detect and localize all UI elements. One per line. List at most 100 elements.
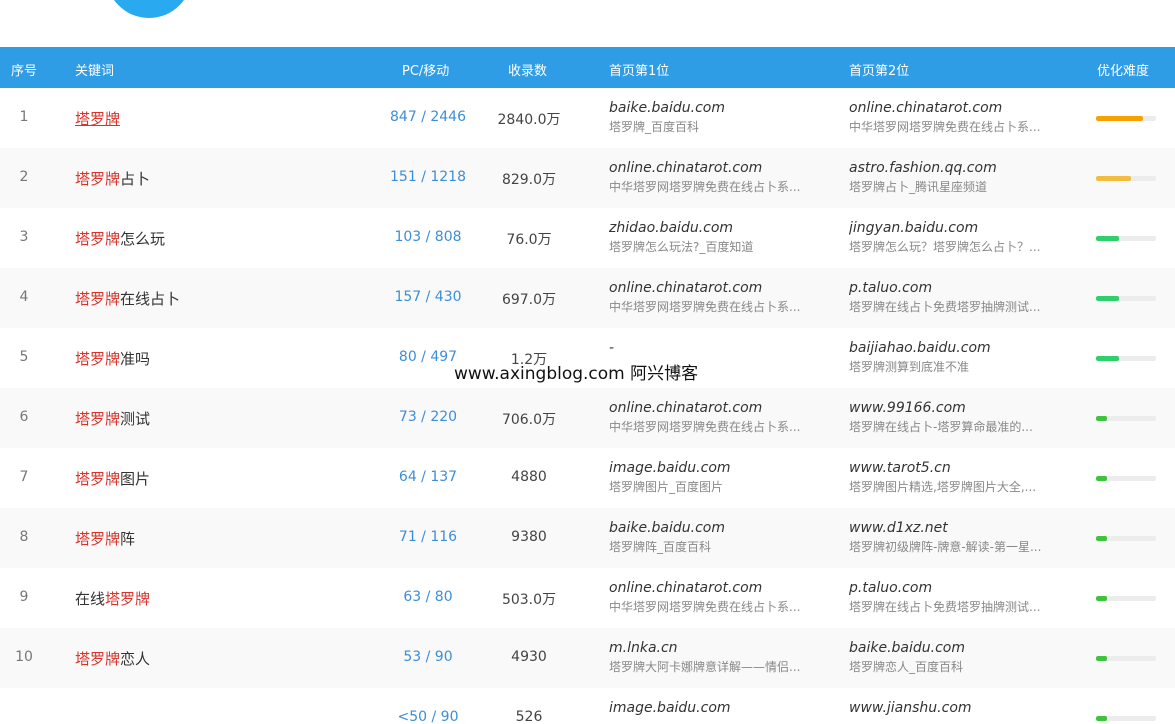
difficulty-bar-fill [1096,356,1119,361]
keyword-highlight: 塔罗牌 [75,530,121,548]
second-rank-result[interactable]: astro.fashion.qq.com 塔罗牌占卜_腾讯星座频道 [849,158,1077,196]
second-rank-result[interactable]: www.d1xz.net 塔罗牌初级牌阵-牌意-解读-第一星... [849,518,1077,556]
first-rank-domain: zhidao.baidu.com [609,220,734,236]
first-rank-result[interactable]: online.chinatarot.com 中华塔罗网塔罗牌免费在线占卜系... [609,158,837,196]
keyword-link[interactable]: 塔罗牌占卜 [75,168,150,189]
difficulty-bar [1096,416,1156,421]
top-area [0,0,1175,47]
table-row: <50 / 90 526 image.baidu.com www.jianshu.co… [0,688,1175,724]
header-difficulty[interactable]: 优化难度 [1097,60,1149,79]
difficulty-bar [1096,116,1156,121]
keyword-highlight: 塔罗牌 [75,470,121,488]
header-keyword[interactable]: 关键词 [75,60,114,79]
keyword-suffix: 恋人 [120,650,151,668]
second-rank-result[interactable]: www.tarot5.cn 塔罗牌图片精选,塔罗牌图片大全,... [849,458,1077,496]
indexed-count: 503.0万 [501,592,557,608]
second-rank-result[interactable]: online.chinatarot.com 中华塔罗网塔罗牌免费在线占卜系... [849,98,1077,136]
second-rank-result[interactable]: jingyan.baidu.com 塔罗牌怎么玩？塔罗牌怎么占卜？... [849,218,1077,256]
second-rank-title: 中华塔罗网塔罗牌免费在线占卜系... [849,120,1041,134]
second-rank-result[interactable]: www.jianshu.com [849,698,1077,718]
first-rank-result[interactable]: image.baidu.com [609,698,837,718]
second-rank-result[interactable]: p.taluo.com 塔罗牌在线占卜免费塔罗抽牌测试... [849,578,1077,616]
indexed-count: 9380 [511,529,547,545]
pc-mobile-value[interactable]: <50 / 90 [370,709,486,724]
second-rank-domain: www.jianshu.com [849,700,972,716]
table-row: 9 在线塔罗牌 63 / 80 503.0万 online.chinatarot.com… [0,568,1175,628]
first-rank-result[interactable]: baike.baidu.com 塔罗牌阵_百度百科 [609,518,837,556]
header-first-rank[interactable]: 首页第1位 [609,60,669,79]
second-rank-result[interactable]: baike.baidu.com 塔罗牌恋人_百度百科 [849,638,1077,676]
pc-mobile-value[interactable]: 71 / 116 [370,529,486,545]
table-row: 10 塔罗牌恋人 53 / 90 4930 m.lnka.cn 塔罗牌大阿卡娜牌意详解——… [0,628,1175,688]
keyword-link[interactable]: 塔罗牌 [75,108,120,129]
second-rank-result[interactable]: baijiahao.baidu.com 塔罗牌测算到底准不准 [849,338,1077,376]
keyword-link[interactable]: 塔罗牌恋人 [75,648,150,669]
keyword-highlight: 塔罗牌 [75,290,121,308]
first-rank-result[interactable]: m.lnka.cn 塔罗牌大阿卡娜牌意详解——情侣... [609,638,837,676]
second-rank-title: 塔罗牌测算到底准不准 [849,360,970,374]
pc-mobile-value[interactable]: 64 / 137 [370,469,486,485]
keyword-link[interactable]: 塔罗牌准吗 [75,348,150,369]
pc-mobile-value[interactable]: 151 / 1218 [370,169,486,185]
pc-mobile-value[interactable]: 157 / 430 [370,289,486,305]
first-rank-title: 塔罗牌大阿卡娜牌意详解——情侣... [609,660,801,674]
keyword-link[interactable]: 塔罗牌测试 [75,408,150,429]
difficulty-bar-fill [1096,716,1107,721]
first-rank-title: 塔罗牌图片_百度图片 [609,480,724,494]
watermark-text: www.axingblog.com 阿兴博客 [454,364,699,384]
difficulty-bar-fill [1096,416,1107,421]
pc-mobile-value[interactable]: 73 / 220 [370,409,486,425]
keyword-table-body: 1 塔罗牌 847 / 2446 2840.0万 baike.baidu.com 塔罗牌_… [0,88,1175,724]
second-rank-result[interactable]: www.99166.com 塔罗牌在线占卜-塔罗算命最准的... [849,398,1077,436]
second-rank-result[interactable]: p.taluo.com 塔罗牌在线占卜免费塔罗抽牌测试... [849,278,1077,316]
row-index: 6 [19,409,29,425]
header-second-rank[interactable]: 首页第2位 [849,60,909,79]
second-rank-title: 塔罗牌怎么玩？塔罗牌怎么占卜？... [849,240,1041,254]
first-rank-domain: - [609,340,615,356]
keyword-link[interactable]: 塔罗牌怎么玩 [75,228,165,249]
second-rank-title: 塔罗牌在线占卜-塔罗算命最准的... [849,420,1033,434]
second-rank-title: 塔罗牌恋人_百度百科 [849,660,964,674]
header-pc-mobile[interactable]: PC/移动 [402,60,449,79]
pc-mobile-value[interactable]: 63 / 80 [370,589,486,605]
keyword-suffix: 阵 [120,530,136,548]
first-rank-result[interactable]: online.chinatarot.com 中华塔罗网塔罗牌免费在线占卜系... [609,278,837,316]
keyword-suffix: 图片 [120,470,151,488]
first-rank-result[interactable]: zhidao.baidu.com 塔罗牌怎么玩法?_百度知道 [609,218,837,256]
first-rank-title: 塔罗牌怎么玩法?_百度知道 [609,240,754,254]
pc-mobile-value[interactable]: 847 / 2446 [370,109,486,125]
keyword-link[interactable]: 在线塔罗牌 [75,588,150,609]
difficulty-bar [1096,656,1156,661]
indexed-count: 706.0万 [501,412,557,428]
keyword-link[interactable]: 塔罗牌在线占卜 [75,288,180,309]
keyword-link[interactable]: 塔罗牌图片 [75,468,150,489]
header-index[interactable]: 序号 [11,60,37,79]
second-rank-domain: astro.fashion.qq.com [849,160,997,176]
indexed-count: 76.0万 [506,232,552,248]
first-rank-result[interactable]: online.chinatarot.com 中华塔罗网塔罗牌免费在线占卜系... [609,578,837,616]
first-rank-result[interactable]: image.baidu.com 塔罗牌图片_百度图片 [609,458,837,496]
first-rank-domain: image.baidu.com [609,700,731,716]
difficulty-bar [1096,296,1156,301]
difficulty-bar-fill [1096,176,1131,181]
table-row: 7 塔罗牌图片 64 / 137 4880 image.baidu.com 塔罗牌图片_百… [0,448,1175,508]
first-rank-title: 中华塔罗网塔罗牌免费在线占卜系... [609,180,801,194]
first-rank-domain: m.lnka.cn [609,640,678,656]
pc-mobile-value[interactable]: 103 / 808 [370,229,486,245]
keyword-highlight: 塔罗牌 [75,350,121,368]
header-indexed[interactable]: 收录数 [508,60,547,79]
logo [106,0,192,18]
indexed-count: 2840.0万 [497,112,561,128]
keyword-link[interactable]: 塔罗牌阵 [75,528,135,549]
first-rank-result[interactable]: online.chinatarot.com 中华塔罗网塔罗牌免费在线占卜系... [609,398,837,436]
first-rank-title: 塔罗牌阵_百度百科 [609,540,712,554]
first-rank-result[interactable]: - [609,338,837,358]
keyword-highlight: 塔罗牌 [75,650,121,668]
keyword-suffix: 怎么玩 [120,230,166,248]
pc-mobile-value[interactable]: 53 / 90 [370,649,486,665]
first-rank-title: 中华塔罗网塔罗牌免费在线占卜系... [609,420,801,434]
second-rank-domain: www.99166.com [849,400,966,416]
first-rank-result[interactable]: baike.baidu.com 塔罗牌_百度百科 [609,98,837,136]
difficulty-bar [1096,356,1156,361]
first-rank-title: 塔罗牌_百度百科 [609,120,700,134]
